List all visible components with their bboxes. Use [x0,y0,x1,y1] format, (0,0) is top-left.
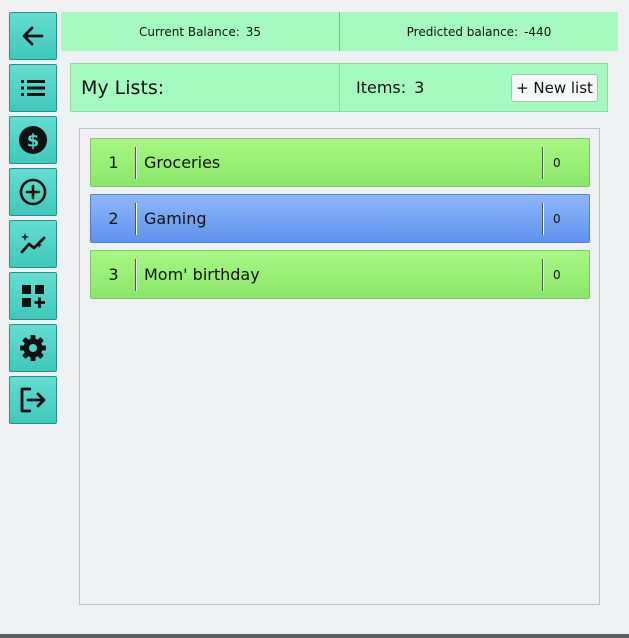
row-separator [542,203,544,235]
current-balance: Current Balance: 35 [61,12,339,51]
row-separator [542,147,544,179]
logout-icon [20,387,46,413]
list-icon [21,80,45,96]
transactions-button[interactable]: $ [9,116,57,164]
back-button[interactable] [9,12,57,60]
lists-header: My Lists: Items: 3 + New list [70,63,608,112]
list-item-number: 2 [108,209,119,228]
list-item[interactable]: 2 Gaming 0 [90,194,590,243]
new-list-button[interactable]: + New list [511,74,598,102]
list-item-name: Groceries [144,153,221,172]
list-item[interactable]: 1 Groceries 0 [90,138,590,187]
lists-panel: 1 Groceries 0 2 Gaming 0 3 Mom' birthday… [79,128,600,605]
widgets-button[interactable] [9,272,57,320]
list-item-count: 0 [553,211,561,226]
row-separator [135,147,137,179]
plus-circle-icon [19,178,47,206]
row-separator [542,259,544,291]
list-item-number: 1 [108,153,119,172]
row-separator [135,259,137,291]
list-item-count: 0 [553,267,561,282]
predicted-balance-label: Predicted balance: [406,24,519,39]
add-button[interactable] [9,168,57,216]
add-widget-icon [22,285,45,308]
predicted-balance-value: -440 [524,24,552,39]
gear-icon [20,335,46,361]
row-separator [135,203,137,235]
items-count: Items: 3 [356,64,424,111]
logout-button[interactable] [9,376,57,424]
window-bottom-border [0,634,629,638]
current-balance-label: Current Balance: [138,24,240,39]
arrow-left-icon [22,26,44,46]
stats-button[interactable] [9,220,57,268]
balance-bar: Current Balance: 35 Predicted balance: -… [61,12,618,51]
settings-button[interactable] [9,324,57,372]
items-label: Items: [356,78,407,97]
svg-text:$: $ [27,131,40,152]
list-item-number: 3 [108,265,119,284]
lists-button[interactable] [9,64,57,112]
predicted-balance: Predicted balance: -440 [339,12,618,51]
list-item-name: Mom' birthday [144,265,260,284]
dollar-coin-icon: $ [19,126,47,154]
trend-sparkle-icon [20,233,46,254]
header-divider [339,64,340,111]
list-item-name: Gaming [144,209,207,228]
current-balance-value: 35 [245,24,262,39]
list-item[interactable]: 3 Mom' birthday 0 [90,250,590,299]
list-item-count: 0 [553,155,561,170]
items-count-value: 3 [414,78,425,97]
page-title: My Lists: [81,76,165,99]
